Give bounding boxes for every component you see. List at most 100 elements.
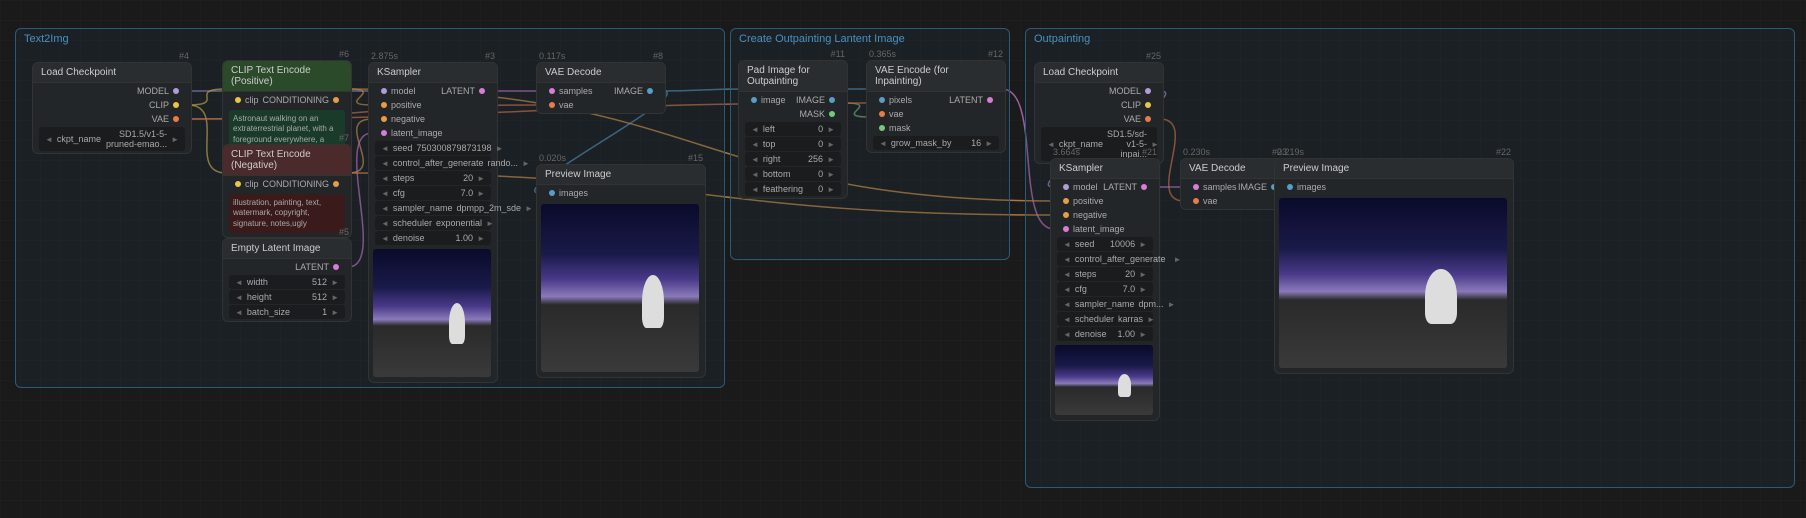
chevron-right-icon[interactable]: ► bbox=[331, 308, 339, 317]
widget-top[interactable]: ◄top0► bbox=[745, 137, 841, 151]
chevron-right-icon[interactable]: ► bbox=[525, 204, 533, 213]
widget-steps[interactable]: ◄steps20► bbox=[375, 171, 491, 185]
chevron-right-icon[interactable]: ► bbox=[1139, 270, 1147, 279]
widget-scheduler[interactable]: ◄schedulerexponential► bbox=[375, 216, 491, 230]
chevron-right-icon[interactable]: ► bbox=[477, 189, 485, 198]
chevron-left-icon[interactable]: ◄ bbox=[235, 278, 243, 287]
chevron-right-icon[interactable]: ► bbox=[827, 155, 835, 164]
input-port-icon[interactable] bbox=[1287, 184, 1293, 190]
output-port-icon[interactable] bbox=[1145, 116, 1151, 122]
chevron-right-icon[interactable]: ► bbox=[827, 140, 835, 149]
chevron-right-icon[interactable]: ► bbox=[331, 293, 339, 302]
chevron-left-icon[interactable]: ◄ bbox=[1063, 240, 1071, 249]
input-port-icon[interactable] bbox=[1063, 212, 1069, 218]
output-port-icon[interactable] bbox=[987, 97, 993, 103]
chevron-left-icon[interactable]: ◄ bbox=[45, 135, 53, 144]
chevron-right-icon[interactable]: ► bbox=[1139, 240, 1147, 249]
node-title[interactable]: Preview Image bbox=[537, 165, 705, 185]
output-port-icon[interactable] bbox=[1141, 184, 1147, 190]
widget-seed[interactable]: ◄seed750300879873198► bbox=[375, 141, 491, 155]
widget-feathering[interactable]: ◄feathering0► bbox=[745, 182, 841, 196]
widget-bottom[interactable]: ◄bottom0► bbox=[745, 167, 841, 181]
widget-steps[interactable]: ◄steps20► bbox=[1057, 267, 1153, 281]
node-n5[interactable]: #5Empty Latent ImageLATENT◄width512►◄hei… bbox=[222, 238, 352, 322]
input-port-icon[interactable] bbox=[381, 88, 387, 94]
chevron-left-icon[interactable]: ◄ bbox=[381, 144, 389, 153]
chevron-right-icon[interactable]: ► bbox=[171, 135, 179, 144]
widget-denoise[interactable]: ◄denoise1.00► bbox=[1057, 327, 1153, 341]
input-port-icon[interactable] bbox=[751, 97, 757, 103]
chevron-right-icon[interactable]: ► bbox=[827, 125, 835, 134]
input-port-icon[interactable] bbox=[235, 97, 241, 103]
chevron-left-icon[interactable]: ◄ bbox=[751, 185, 759, 194]
chevron-left-icon[interactable]: ◄ bbox=[381, 189, 389, 198]
widget-denoise[interactable]: ◄denoise1.00► bbox=[375, 231, 491, 245]
chevron-left-icon[interactable]: ◄ bbox=[751, 170, 759, 179]
chevron-right-icon[interactable]: ► bbox=[827, 170, 835, 179]
chevron-right-icon[interactable]: ► bbox=[985, 139, 993, 148]
chevron-left-icon[interactable]: ◄ bbox=[751, 155, 759, 164]
input-port-icon[interactable] bbox=[381, 102, 387, 108]
widget-control_after_generate[interactable]: ◄control_after_generate► bbox=[1057, 252, 1153, 266]
node-n22[interactable]: #220.219sPreview Imageimages bbox=[1274, 158, 1514, 374]
input-port-icon[interactable] bbox=[1193, 184, 1199, 190]
widget-cfg[interactable]: ◄cfg7.0► bbox=[1057, 282, 1153, 296]
preview-image[interactable] bbox=[1055, 345, 1153, 415]
widget-ckpt_name[interactable]: ◄ckpt_nameSD1.5/v1-5-pruned-emao...► bbox=[39, 127, 185, 151]
chevron-right-icon[interactable]: ► bbox=[477, 174, 485, 183]
chevron-left-icon[interactable]: ◄ bbox=[1063, 270, 1071, 279]
chevron-left-icon[interactable]: ◄ bbox=[381, 174, 389, 183]
node-title[interactable]: VAE Decode bbox=[537, 63, 665, 83]
chevron-left-icon[interactable]: ◄ bbox=[381, 204, 389, 213]
chevron-right-icon[interactable]: ► bbox=[1167, 300, 1175, 309]
input-port-icon[interactable] bbox=[549, 190, 555, 196]
chevron-left-icon[interactable]: ◄ bbox=[1063, 300, 1071, 309]
chevron-right-icon[interactable]: ► bbox=[496, 144, 504, 153]
input-port-icon[interactable] bbox=[879, 111, 885, 117]
chevron-right-icon[interactable]: ► bbox=[1139, 285, 1147, 294]
widget-sampler_name[interactable]: ◄sampler_namedpmpp_2m_sde► bbox=[375, 201, 491, 215]
output-port-icon[interactable] bbox=[479, 88, 485, 94]
node-n7[interactable]: #7CLIP Text Encode (Negative)clipCONDITI… bbox=[222, 144, 352, 238]
node-n8[interactable]: #80.117sVAE DecodesamplesIMAGEvae bbox=[536, 62, 666, 114]
output-port-icon[interactable] bbox=[333, 264, 339, 270]
chevron-right-icon[interactable]: ► bbox=[486, 219, 494, 228]
chevron-left-icon[interactable]: ◄ bbox=[1063, 315, 1071, 324]
chevron-right-icon[interactable]: ► bbox=[522, 159, 530, 168]
output-port-icon[interactable] bbox=[647, 88, 653, 94]
input-port-icon[interactable] bbox=[549, 88, 555, 94]
chevron-right-icon[interactable]: ► bbox=[477, 234, 485, 243]
widget-width[interactable]: ◄width512► bbox=[229, 275, 345, 289]
chevron-left-icon[interactable]: ◄ bbox=[381, 219, 389, 228]
input-port-icon[interactable] bbox=[381, 130, 387, 136]
widget-batch_size[interactable]: ◄batch_size1► bbox=[229, 305, 345, 319]
output-port-icon[interactable] bbox=[173, 88, 179, 94]
input-port-icon[interactable] bbox=[235, 181, 241, 187]
widget-control_after_generate[interactable]: ◄control_after_generaterando...► bbox=[375, 156, 491, 170]
chevron-left-icon[interactable]: ◄ bbox=[751, 140, 759, 149]
widget-grow_mask_by[interactable]: ◄grow_mask_by16► bbox=[873, 136, 999, 150]
widget-height[interactable]: ◄height512► bbox=[229, 290, 345, 304]
node-title[interactable]: Load Checkpoint bbox=[1035, 63, 1163, 83]
widget-right[interactable]: ◄right256► bbox=[745, 152, 841, 166]
node-title[interactable]: VAE Encode (for Inpainting) bbox=[867, 61, 1005, 92]
node-n12[interactable]: #120.365sVAE Encode (for Inpainting)pixe… bbox=[866, 60, 1006, 153]
node-title[interactable]: CLIP Text Encode (Positive) bbox=[223, 61, 351, 92]
preview-image[interactable] bbox=[1279, 198, 1507, 368]
widget-seed[interactable]: ◄seed10006► bbox=[1057, 237, 1153, 251]
input-port-icon[interactable] bbox=[879, 125, 885, 131]
chevron-right-icon[interactable]: ► bbox=[331, 278, 339, 287]
chevron-left-icon[interactable]: ◄ bbox=[1063, 255, 1071, 264]
chevron-left-icon[interactable]: ◄ bbox=[879, 139, 887, 148]
output-port-icon[interactable] bbox=[333, 97, 339, 103]
input-port-icon[interactable] bbox=[1063, 184, 1069, 190]
node-title[interactable]: Pad Image for Outpainting bbox=[739, 61, 847, 92]
chevron-left-icon[interactable]: ◄ bbox=[381, 234, 389, 243]
node-n21[interactable]: #213.664sKSamplermodelLATENTpositivenega… bbox=[1050, 158, 1160, 421]
output-port-icon[interactable] bbox=[333, 181, 339, 187]
preview-image[interactable] bbox=[541, 204, 699, 372]
chevron-left-icon[interactable]: ◄ bbox=[235, 293, 243, 302]
input-port-icon[interactable] bbox=[1063, 226, 1069, 232]
output-port-icon[interactable] bbox=[1145, 102, 1151, 108]
chevron-right-icon[interactable]: ► bbox=[1139, 330, 1147, 339]
